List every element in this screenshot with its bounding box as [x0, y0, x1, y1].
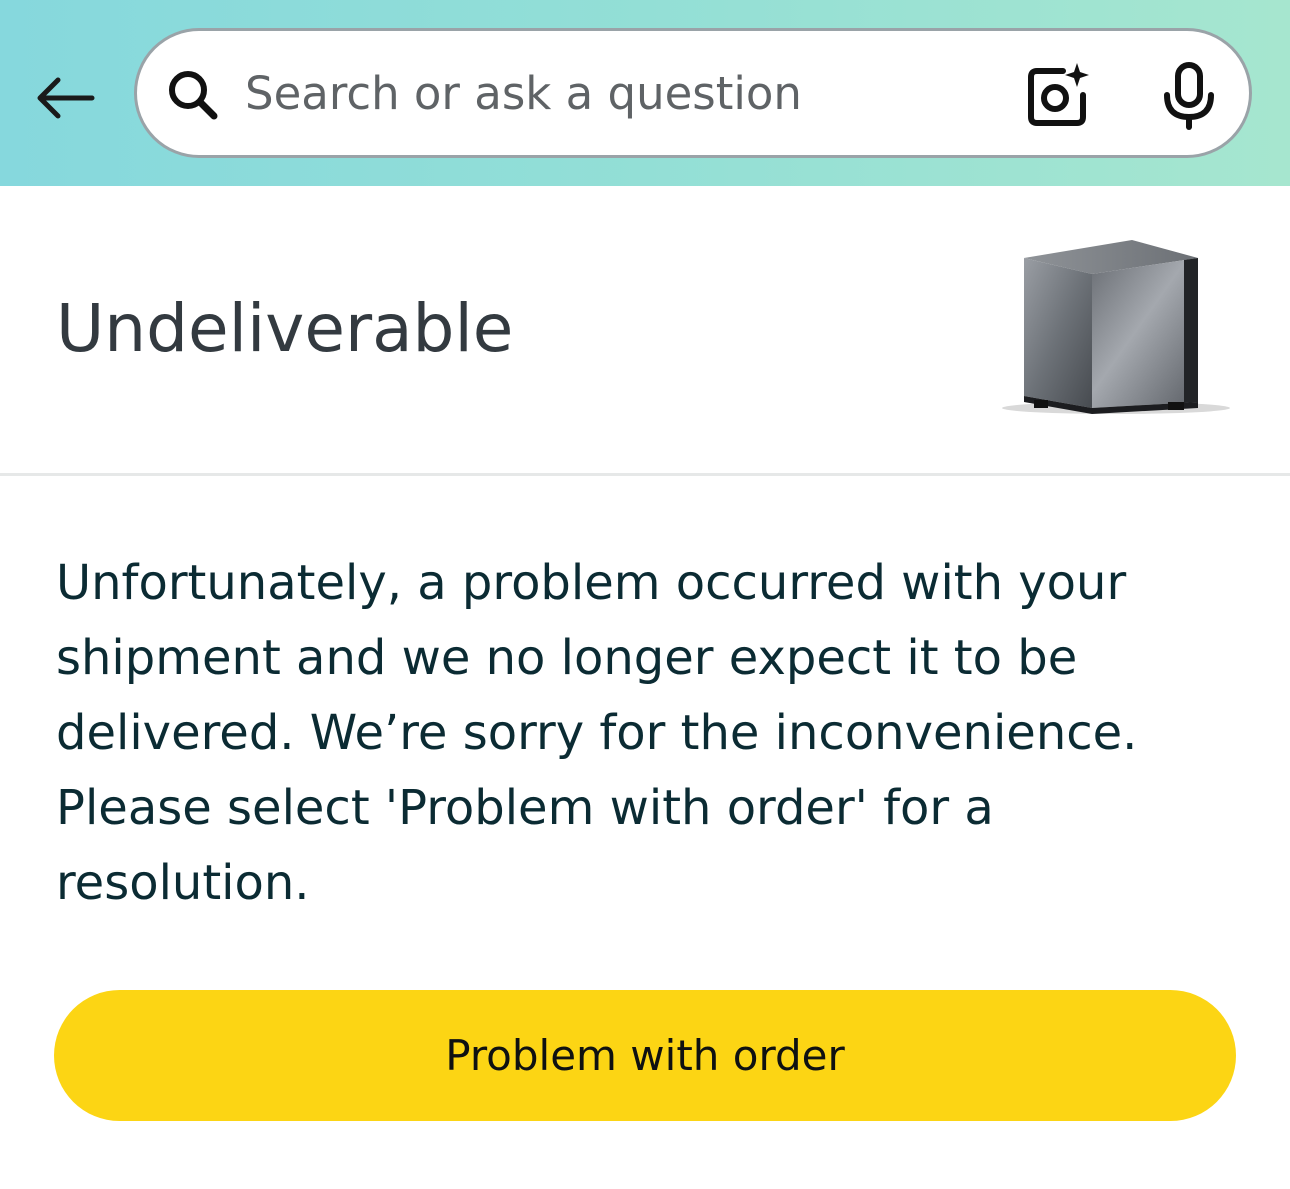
problem-with-order-button[interactable]: Problem with order	[54, 990, 1236, 1121]
back-button[interactable]	[30, 68, 100, 128]
top-header	[0, 0, 1290, 186]
search-bar[interactable]	[134, 28, 1252, 158]
voice-search-button[interactable]	[1159, 61, 1221, 131]
search-input[interactable]	[245, 57, 985, 129]
product-image[interactable]	[998, 232, 1234, 422]
microphone-icon	[1164, 62, 1214, 130]
undeliverable-message: Unfortunately, a problem occurred with y…	[56, 555, 1138, 911]
camera-sparkle-icon	[1028, 63, 1089, 126]
search-icon	[169, 71, 218, 120]
order-status-page: Undeliverable	[0, 0, 1290, 1189]
camera-search-button[interactable]	[1023, 61, 1093, 131]
shipment-status-section: Undeliverable	[0, 186, 1290, 476]
status-title: Undeliverable	[56, 290, 514, 367]
arrow-left-icon	[37, 77, 95, 119]
